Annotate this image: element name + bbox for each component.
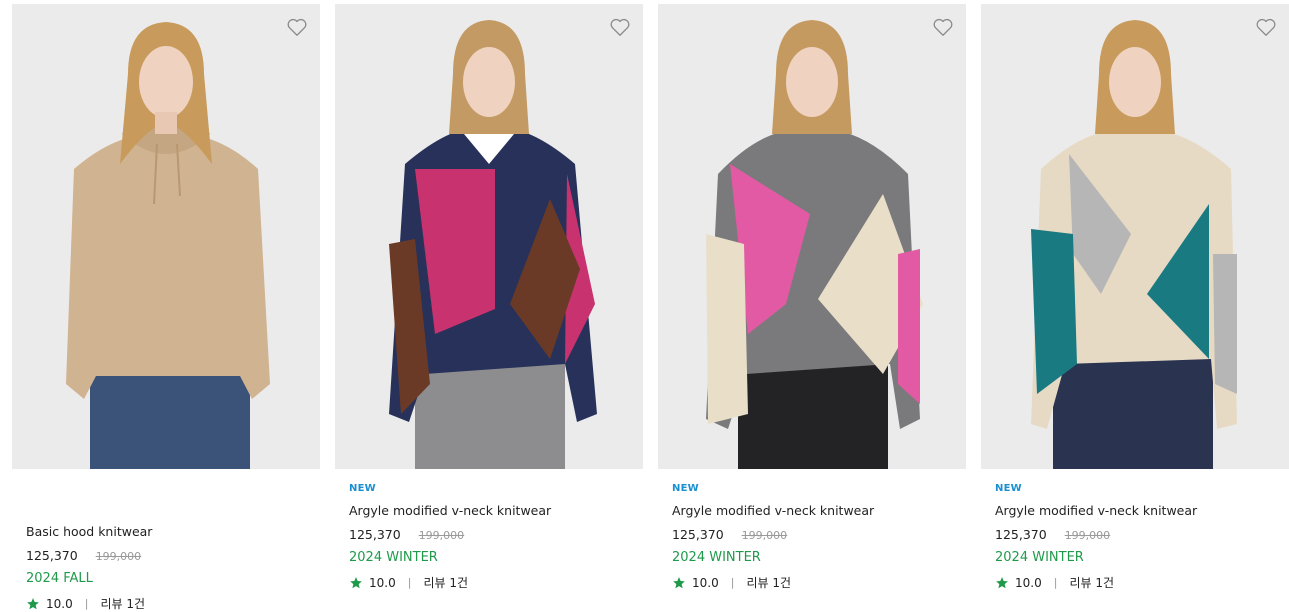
heart-outline-icon[interactable] bbox=[1255, 16, 1277, 38]
original-price: 199,000 bbox=[741, 529, 788, 542]
rating-row: 10.0 | 리뷰 1건 bbox=[349, 574, 643, 591]
product-image[interactable] bbox=[981, 4, 1289, 469]
original-price: 199,000 bbox=[1064, 529, 1111, 542]
product-card[interactable]: NEW Argyle modified v-neck knitwear 125,… bbox=[335, 4, 643, 591]
rating-row: 10.0 | 리뷰 1건 bbox=[672, 574, 966, 591]
rating-row: 10.0 | 리뷰 1건 bbox=[26, 595, 320, 612]
review-count[interactable]: 리뷰 1건 bbox=[423, 574, 468, 591]
product-photo bbox=[335, 4, 643, 469]
divider: | bbox=[730, 576, 735, 589]
rating-value: 10.0 bbox=[46, 596, 73, 611]
sale-price: 125,370 bbox=[26, 548, 78, 563]
season-label: 2024 FALL bbox=[26, 571, 93, 586]
heart-outline-icon[interactable] bbox=[932, 16, 954, 38]
review-count[interactable]: 리뷰 1건 bbox=[100, 595, 145, 612]
product-name[interactable]: Argyle modified v-neck knitwear bbox=[995, 503, 1289, 518]
product-name[interactable]: Argyle modified v-neck knitwear bbox=[349, 503, 643, 518]
original-price: 199,000 bbox=[418, 529, 465, 542]
rating-value: 10.0 bbox=[692, 575, 719, 590]
product-card[interactable]: Basic hood knitwear 125,370 199,000 2024… bbox=[12, 4, 320, 612]
divider: | bbox=[407, 576, 412, 589]
heart-outline-icon[interactable] bbox=[286, 16, 308, 38]
divider: | bbox=[1053, 576, 1058, 589]
product-photo bbox=[658, 4, 966, 469]
season-label: 2024 WINTER bbox=[995, 550, 1084, 565]
star-icon bbox=[996, 576, 1008, 588]
rating-value: 10.0 bbox=[369, 575, 396, 590]
new-badge: NEW bbox=[995, 483, 1022, 494]
divider: | bbox=[84, 597, 89, 610]
product-grid: Basic hood knitwear 125,370 199,000 2024… bbox=[0, 0, 1289, 611]
product-card[interactable]: NEW Argyle modified v-neck knitwear 125,… bbox=[658, 4, 966, 591]
sale-price: 125,370 bbox=[349, 527, 401, 542]
new-badge: NEW bbox=[349, 483, 376, 494]
season-label: 2024 WINTER bbox=[672, 550, 761, 565]
heart-outline-icon[interactable] bbox=[609, 16, 631, 38]
product-photo bbox=[981, 4, 1289, 469]
star-icon bbox=[350, 576, 362, 588]
product-card[interactable]: NEW Argyle modified v-neck knitwear 125,… bbox=[981, 4, 1289, 591]
rating-row: 10.0 | 리뷰 1건 bbox=[995, 574, 1289, 591]
review-count[interactable]: 리뷰 1건 bbox=[1069, 574, 1114, 591]
rating-value: 10.0 bbox=[1015, 575, 1042, 590]
sale-price: 125,370 bbox=[672, 527, 724, 542]
product-image[interactable] bbox=[12, 4, 320, 469]
star-icon bbox=[27, 597, 39, 609]
product-image[interactable] bbox=[335, 4, 643, 469]
product-name[interactable]: Argyle modified v-neck knitwear bbox=[672, 503, 966, 518]
original-price: 199,000 bbox=[95, 550, 142, 563]
star-icon bbox=[673, 576, 685, 588]
season-label: 2024 WINTER bbox=[349, 550, 438, 565]
new-badge: NEW bbox=[672, 483, 699, 494]
sale-price: 125,370 bbox=[995, 527, 1047, 542]
new-badge bbox=[26, 483, 320, 497]
product-photo bbox=[12, 4, 320, 469]
product-name[interactable]: Basic hood knitwear bbox=[26, 524, 320, 539]
product-image[interactable] bbox=[658, 4, 966, 469]
review-count[interactable]: 리뷰 1건 bbox=[746, 574, 791, 591]
